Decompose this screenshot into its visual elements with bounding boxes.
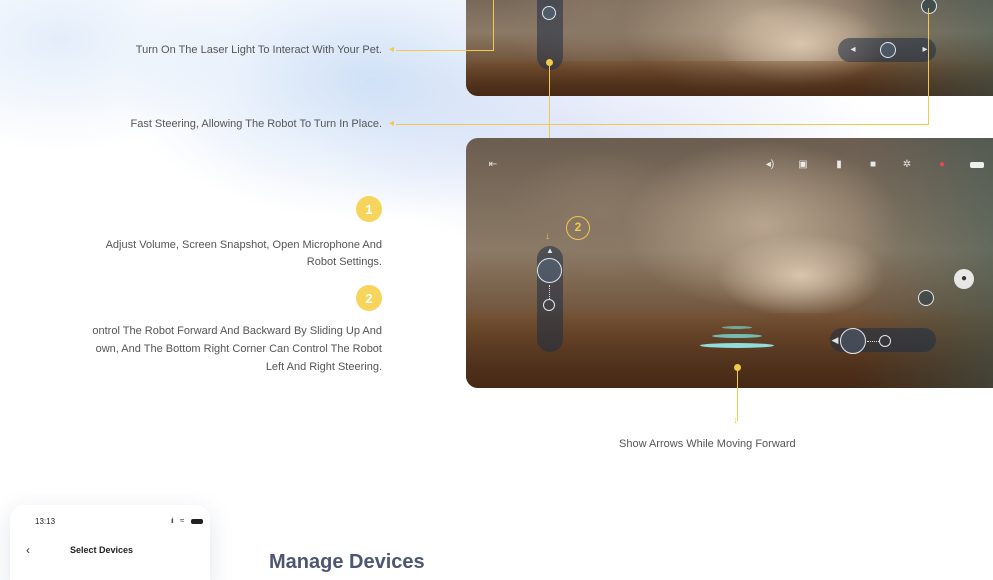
step-1-text-line-1: Adjust Volume, Screen Snapshot, Open Mic… <box>105 239 382 251</box>
step-1-text-line-2: Robot Settings. <box>306 256 382 268</box>
exit-icon[interactable]: ⇤ <box>486 158 500 172</box>
forward-slider-knob[interactable] <box>537 258 562 283</box>
paw-button[interactable]: ● <box>954 269 974 289</box>
step-2-badge: 2 <box>356 285 382 311</box>
laser-connector-h <box>396 50 494 51</box>
wifi-icon: ≈ <box>180 516 185 525</box>
signal-icon: ıl <box>171 518 173 525</box>
forward-slider-knob[interactable] <box>542 6 556 20</box>
settings-icon[interactable]: ✲ <box>900 158 914 172</box>
laser-arrow-icon: ◂ <box>389 44 395 55</box>
slider-origin-marker <box>543 299 555 311</box>
arrows-connector-v <box>737 371 738 421</box>
laser-connector-v <box>493 0 494 51</box>
steer-right-icon[interactable]: ▸ <box>918 43 932 57</box>
step-2-text-line-3: Left And Right Steering. <box>265 361 382 373</box>
callout-2-badge: 2 <box>566 216 590 240</box>
microphone-icon[interactable]: ▮ <box>832 158 846 172</box>
back-button[interactable]: ‹ <box>26 543 30 557</box>
video-icon[interactable]: ■ <box>866 158 880 172</box>
record-icon[interactable]: ● <box>935 158 949 172</box>
steering-arrow-icon: ◂ <box>389 118 395 129</box>
phone-mockup: 13:13 ıl ≈ ‹ Select Devices <box>10 505 210 580</box>
up-chevron-icon: ▲ <box>546 246 554 255</box>
top-preview-photo: ◂ ▸ <box>466 0 993 96</box>
volume-icon[interactable]: ◂) <box>763 158 777 172</box>
connector-dot <box>546 59 553 66</box>
steering-connector-v <box>928 8 929 125</box>
down-arrow-icon: ↓ <box>545 231 550 242</box>
arrows-down-icon: ↓ <box>733 415 738 426</box>
laser-caption: Turn On The Laser Light To Interact With… <box>135 44 382 56</box>
steering-origin-marker <box>879 335 891 347</box>
phone-title: Select Devices <box>70 545 134 555</box>
step-2-text-line-1: ontrol The Robot Forward And Backward By… <box>92 325 382 337</box>
recenter-icon[interactable] <box>918 290 934 306</box>
step-1-badge: 1 <box>356 196 382 222</box>
arrows-note-caption: Show Arrows While Moving Forward <box>619 438 796 450</box>
steer-left-icon[interactable]: ◂ <box>846 43 860 57</box>
steering-slider-knob[interactable] <box>840 328 866 354</box>
step-2-text-line-2: own, And The Bottom Right Corner Can Con… <box>95 343 382 355</box>
forward-arrows-indicator <box>700 326 774 352</box>
steering-slider-knob[interactable] <box>880 42 896 58</box>
steering-dotted-guide <box>867 341 879 342</box>
arrows-connector-dot <box>734 364 741 371</box>
control-screen-photo: ⇤ ◂) ▣ ▮ ■ ✲ ● 2 ↓ ▲ ● ◀ <box>466 138 993 388</box>
steering-caption: Fast Steering, Allowing The Robot To Tur… <box>130 118 382 130</box>
battery-icon <box>970 162 984 168</box>
snapshot-icon[interactable]: ▣ <box>796 158 810 172</box>
status-time: 13:13 <box>35 517 56 526</box>
steering-connector-h <box>396 124 929 125</box>
battery-icon <box>191 519 203 524</box>
section-title: Manage Devices <box>269 551 425 573</box>
slider-dotted-guide <box>549 285 550 299</box>
